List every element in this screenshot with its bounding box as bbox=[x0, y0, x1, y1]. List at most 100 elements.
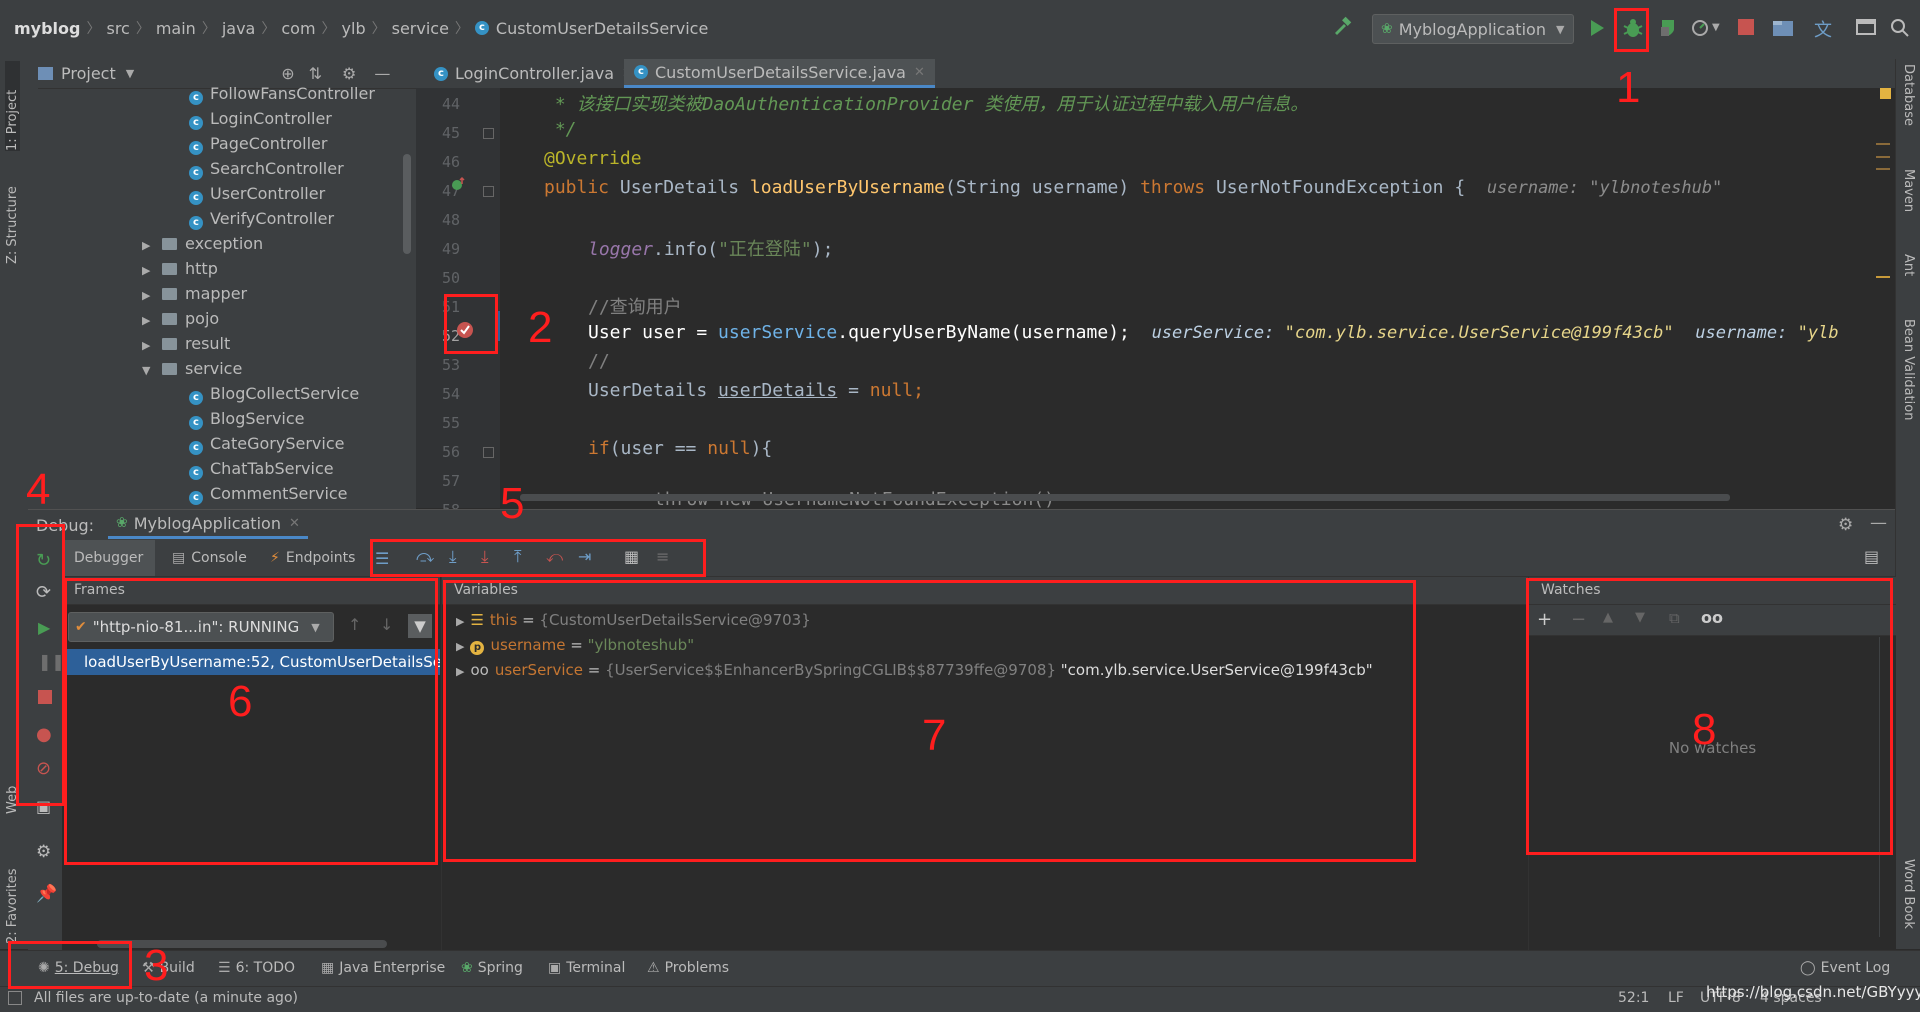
word-book-tool-tab[interactable]: Word Book bbox=[1901, 859, 1916, 949]
gear-icon[interactable]: ⚙ bbox=[342, 64, 356, 83]
tree-item-class[interactable]: c PageController bbox=[189, 134, 327, 155]
project-structure-icon[interactable] bbox=[1772, 18, 1794, 38]
debug-session-tab[interactable]: ❀ MyblogApplication ✕ bbox=[108, 510, 308, 539]
tree-item-label: UserController bbox=[210, 184, 326, 203]
tree-item-class[interactable]: c CateGoryService bbox=[189, 434, 344, 455]
left-tool-strip: 1: Project Z: Structure Web 2: Favorites bbox=[0, 59, 29, 949]
tab-console[interactable]: ▤ Console bbox=[172, 540, 247, 576]
override-marker-icon[interactable] bbox=[450, 176, 466, 192]
inspection-status-icon[interactable] bbox=[1880, 88, 1891, 99]
close-icon[interactable]: ✕ bbox=[289, 516, 300, 531]
caret-position[interactable]: 52:1 bbox=[1618, 990, 1649, 1006]
java-enterprise-icon: ▦ bbox=[321, 960, 335, 976]
gear-icon[interactable]: ⚙ bbox=[1838, 515, 1853, 535]
translate-icon[interactable]: 文 bbox=[1814, 16, 1832, 42]
settings-icon[interactable]: ⚙ bbox=[36, 842, 51, 862]
tree-item-folder[interactable]: ▶ result bbox=[142, 334, 230, 353]
favorites-tool-tab[interactable]: 2: Favorites bbox=[5, 844, 20, 944]
tree-item-folder[interactable]: ▶ http bbox=[142, 259, 218, 278]
breadcrumb-item[interactable]: CustomUserDetailsService bbox=[496, 19, 708, 38]
run-config-selector[interactable]: ❀ MyblogApplication ▼ bbox=[1372, 14, 1574, 44]
tree-item-class[interactable]: c BlogCollectService bbox=[189, 384, 359, 405]
tool-button-terminal[interactable]: ▣ Terminal bbox=[548, 960, 625, 976]
layout-settings-icon[interactable]: ▤ bbox=[1864, 547, 1879, 566]
collapse-icon[interactable]: ⇅ bbox=[309, 64, 322, 83]
build-hammer-icon[interactable] bbox=[1332, 16, 1354, 38]
frames-h-scrollbar[interactable] bbox=[97, 940, 387, 948]
tool-button-event-log[interactable]: ◯ Event Log bbox=[1800, 960, 1890, 976]
breadcrumb-item[interactable]: myblog bbox=[14, 19, 80, 38]
error-stripe-mark[interactable] bbox=[1876, 143, 1890, 145]
breadcrumb-item[interactable]: src bbox=[106, 19, 129, 38]
more-run-icon[interactable]: ▼ bbox=[1712, 22, 1720, 33]
minimize-icon[interactable]: — bbox=[374, 64, 390, 83]
expand-arrow-icon[interactable]: ▶ bbox=[142, 239, 156, 252]
code-token: null bbox=[869, 380, 914, 401]
fold-marker-icon[interactable] bbox=[483, 447, 494, 458]
tab-endpoints[interactable]: ⚡ Endpoints bbox=[270, 540, 355, 576]
bean-validation-tool-tab[interactable]: Bean Validation bbox=[1901, 319, 1916, 449]
breadcrumb-item[interactable]: service bbox=[392, 19, 449, 38]
window-layout-icon[interactable] bbox=[1856, 18, 1876, 36]
close-icon[interactable]: ✕ bbox=[914, 65, 925, 80]
fold-marker-icon[interactable] bbox=[483, 186, 494, 197]
ant-tool-tab[interactable]: Ant bbox=[1901, 254, 1916, 294]
tab-custom-user-details-service[interactable]: c CustomUserDetailsService.java ✕ bbox=[624, 59, 935, 88]
tool-button-problems[interactable]: ⚠ Problems bbox=[647, 960, 729, 976]
status-toggle-icon[interactable] bbox=[8, 991, 22, 1005]
tree-item-class[interactable]: c VerifyController bbox=[189, 209, 334, 230]
structure-tool-tab[interactable]: Z: Structure bbox=[5, 164, 20, 264]
project-panel-title[interactable]: Project bbox=[61, 64, 116, 83]
tab-debugger[interactable]: Debugger bbox=[62, 540, 156, 576]
tree-item-folder[interactable]: ▼ service bbox=[142, 359, 242, 378]
tab-login-controller[interactable]: c LoginController.java ✕ bbox=[424, 59, 643, 88]
locate-icon[interactable]: ⊕ bbox=[281, 64, 294, 83]
tree-item-class[interactable]: c ChatTabService bbox=[189, 459, 334, 480]
tree-item-folder[interactable]: ▶ pojo bbox=[142, 309, 219, 328]
search-icon[interactable] bbox=[1890, 18, 1910, 38]
tree-item-class[interactable]: c BlogService bbox=[189, 409, 305, 430]
project-scrollbar[interactable] bbox=[403, 154, 411, 254]
annotation-number: 5 bbox=[500, 479, 525, 528]
minimize-icon[interactable]: — bbox=[1870, 513, 1887, 533]
breadcrumb-item[interactable]: ylb bbox=[342, 19, 366, 38]
tree-item-class[interactable]: c UserController bbox=[189, 184, 325, 205]
line-separator[interactable]: LF bbox=[1668, 990, 1684, 1006]
breadcrumb-item[interactable]: java bbox=[222, 19, 256, 38]
right-tool-strip: Database Maven Ant Bean Validation Word … bbox=[1895, 59, 1920, 949]
collapse-arrow-icon[interactable]: ▼ bbox=[142, 364, 156, 377]
tool-button-java-enterprise[interactable]: ▦ Java Enterprise bbox=[321, 960, 445, 976]
line-number: 57 bbox=[441, 472, 460, 490]
class-icon: c bbox=[189, 191, 203, 205]
project-tool-tab[interactable]: 1: Project bbox=[5, 61, 20, 151]
folder-icon bbox=[162, 338, 177, 350]
pin-icon[interactable]: 📌 bbox=[36, 884, 57, 904]
tool-button-spring[interactable]: ❀ Spring bbox=[461, 960, 523, 976]
chevron-down-icon[interactable]: ▼ bbox=[126, 67, 134, 80]
coverage-icon[interactable] bbox=[1658, 18, 1678, 38]
stop-icon[interactable] bbox=[1738, 19, 1754, 35]
error-stripe-mark[interactable] bbox=[1876, 168, 1890, 170]
tree-item-folder[interactable]: ▶ mapper bbox=[142, 284, 247, 303]
expand-arrow-icon[interactable]: ▶ bbox=[142, 264, 156, 277]
editor-h-scrollbar[interactable] bbox=[520, 494, 1730, 501]
expand-arrow-icon[interactable]: ▶ bbox=[142, 339, 156, 352]
tree-item-class[interactable]: c LoginController bbox=[189, 109, 332, 130]
profiler-icon[interactable] bbox=[1690, 18, 1710, 38]
tree-item-class[interactable]: c SearchController bbox=[189, 159, 344, 180]
fold-marker-icon[interactable] bbox=[483, 128, 494, 139]
database-tool-tab[interactable]: Database bbox=[1901, 64, 1916, 154]
tree-item-class[interactable]: c FollowFansController bbox=[189, 84, 375, 105]
expand-arrow-icon[interactable]: ▶ bbox=[142, 289, 156, 302]
error-stripe-mark[interactable] bbox=[1876, 276, 1890, 278]
tree-item-class[interactable]: c CommentService bbox=[189, 484, 348, 505]
breadcrumb-item[interactable]: com bbox=[281, 19, 315, 38]
maven-tool-tab[interactable]: Maven bbox=[1901, 169, 1916, 239]
tree-item-folder[interactable]: ▶ exception bbox=[142, 234, 263, 253]
run-icon[interactable] bbox=[1588, 18, 1606, 38]
error-stripe-mark[interactable] bbox=[1876, 156, 1890, 158]
code-editor[interactable]: * 该接口实现类被DaoAuthenticationProvider 类使用，用… bbox=[500, 88, 1895, 508]
tool-button-todo[interactable]: ☰ 6: TODO bbox=[218, 960, 295, 976]
breadcrumb-item[interactable]: main bbox=[156, 19, 196, 38]
expand-arrow-icon[interactable]: ▶ bbox=[142, 314, 156, 327]
